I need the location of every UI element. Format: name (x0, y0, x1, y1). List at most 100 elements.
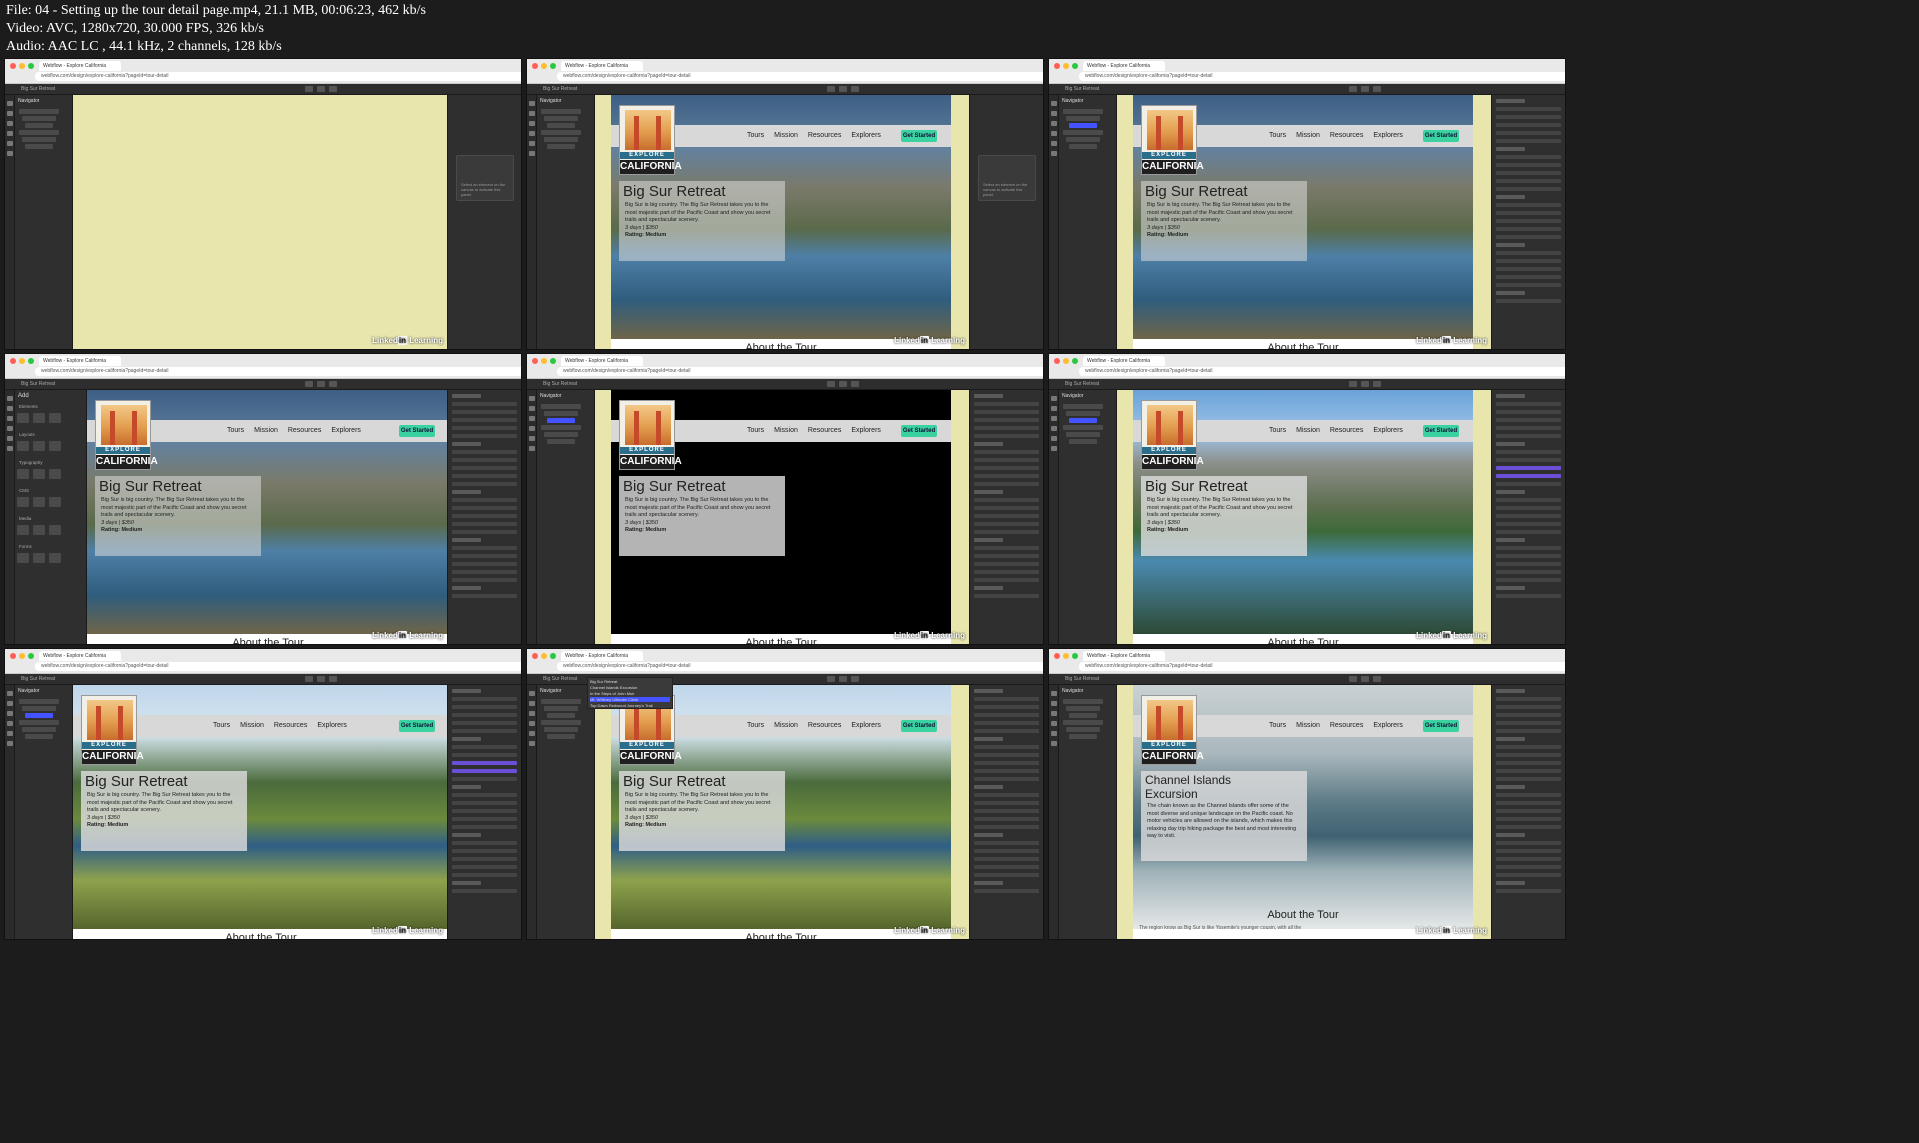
site-nav-link[interactable]: Resources (274, 722, 307, 729)
cms-icon[interactable] (7, 721, 13, 726)
maximize-dot-icon[interactable] (28, 358, 34, 364)
style-property-row[interactable] (974, 442, 1004, 446)
style-property-row[interactable] (1496, 426, 1561, 430)
url-bar[interactable]: webflow.com/design/explore-california?pa… (557, 72, 1043, 81)
style-property-row[interactable] (1496, 195, 1526, 199)
add-icon[interactable] (529, 691, 535, 696)
designer-canvas[interactable] (73, 95, 449, 349)
site-nav-link[interactable]: Explorers (1373, 427, 1403, 434)
style-property-row[interactable] (1496, 801, 1561, 805)
settings-icon[interactable] (7, 446, 13, 451)
style-property-row[interactable] (452, 889, 517, 893)
pages-icon[interactable] (1051, 711, 1057, 716)
style-property-row[interactable] (974, 857, 1039, 861)
style-property-row[interactable] (974, 777, 1039, 781)
style-property-row[interactable] (974, 737, 1004, 741)
desktop-breakpoint-icon[interactable] (305, 86, 313, 92)
get-started-button[interactable]: Get Started (901, 720, 937, 732)
style-property-row[interactable] (1496, 155, 1561, 159)
style-property-row[interactable] (452, 474, 517, 478)
browser-tab[interactable]: Webflow - Explore California (1083, 356, 1165, 366)
browser-tab[interactable]: Webflow - Explore California (39, 61, 121, 71)
style-property-row[interactable] (1496, 402, 1561, 406)
style-property-row[interactable] (974, 769, 1039, 773)
style-property-row[interactable] (452, 538, 482, 542)
style-property-row[interactable] (452, 594, 517, 598)
get-started-button[interactable]: Get Started (1423, 130, 1459, 142)
style-property-row[interactable] (452, 418, 517, 422)
browser-tab[interactable]: Webflow - Explore California (561, 61, 643, 71)
navigator-tree-item[interactable] (19, 699, 59, 704)
get-started-button[interactable]: Get Started (901, 425, 937, 437)
style-property-row[interactable] (974, 434, 1039, 438)
element-block-icon[interactable] (17, 525, 29, 535)
style-property-row[interactable] (1496, 689, 1526, 693)
add-icon[interactable] (529, 101, 535, 106)
close-dot-icon[interactable] (1054, 358, 1060, 364)
navigator-tree-item[interactable] (19, 720, 59, 725)
tablet-breakpoint-icon[interactable] (839, 381, 847, 387)
url-bar[interactable]: webflow.com/design/explore-california?pa… (557, 367, 1043, 376)
desktop-breakpoint-icon[interactable] (827, 381, 835, 387)
style-property-row[interactable] (974, 809, 1039, 813)
site-nav-link[interactable]: Tours (747, 132, 764, 139)
style-property-row[interactable] (1496, 570, 1561, 574)
style-property-row[interactable] (1496, 203, 1561, 207)
tour-intro-card[interactable]: Big Sur Retreat Big Sur is big country. T… (619, 181, 785, 261)
style-property-row[interactable] (452, 578, 517, 582)
navigator-icon[interactable] (529, 701, 535, 706)
style-property-row[interactable] (1496, 410, 1561, 414)
style-property-row[interactable] (1496, 562, 1561, 566)
style-property-row[interactable] (1496, 147, 1526, 151)
tablet-breakpoint-icon[interactable] (839, 86, 847, 92)
style-property-row[interactable] (974, 721, 1039, 725)
browser-tab[interactable]: Webflow - Explore California (561, 356, 643, 366)
navigator-tree-item[interactable] (25, 734, 53, 739)
style-property-row[interactable] (1496, 769, 1561, 773)
navigator-tree-item[interactable] (25, 144, 53, 149)
style-property-row[interactable] (452, 410, 517, 414)
add-icon[interactable] (529, 396, 535, 401)
site-nav-link[interactable]: Explorers (851, 722, 881, 729)
site-nav-link[interactable]: Resources (808, 132, 841, 139)
settings-icon[interactable] (7, 741, 13, 746)
style-property-row[interactable] (974, 554, 1039, 558)
url-bar[interactable]: webflow.com/design/explore-california?pa… (1079, 662, 1565, 671)
style-property-row[interactable] (452, 570, 517, 574)
assets-icon[interactable] (1051, 731, 1057, 736)
site-nav-link[interactable]: Explorers (1373, 132, 1403, 139)
site-nav-link[interactable]: Mission (1296, 427, 1320, 434)
style-property-row[interactable] (974, 881, 1004, 885)
navigator-tree-item[interactable] (544, 706, 578, 711)
style-property-row[interactable] (1496, 235, 1561, 239)
style-property-row[interactable] (974, 474, 1039, 478)
tablet-breakpoint-icon[interactable] (317, 86, 325, 92)
navigator-icon[interactable] (529, 111, 535, 116)
style-property-row[interactable] (1496, 809, 1561, 813)
maximize-dot-icon[interactable] (28, 653, 34, 659)
tablet-breakpoint-icon[interactable] (1361, 381, 1369, 387)
style-property-row[interactable] (1496, 99, 1526, 103)
style-property-row[interactable] (974, 506, 1039, 510)
style-property-row[interactable] (1496, 211, 1561, 215)
style-property-row[interactable] (1496, 554, 1561, 558)
tour-intro-card[interactable]: Big Sur Retreat Big Sur is big country. T… (1141, 476, 1307, 556)
add-icon[interactable] (7, 101, 13, 106)
pages-icon[interactable] (1051, 121, 1057, 126)
site-nav-link[interactable]: Resources (1330, 722, 1363, 729)
navigator-tree-item[interactable] (547, 713, 575, 718)
style-property-row[interactable] (452, 458, 517, 462)
page-selector[interactable]: Big Sur Retreat (21, 676, 55, 682)
site-nav-link[interactable]: Resources (1330, 427, 1363, 434)
style-property-row[interactable] (1496, 482, 1561, 486)
site-nav-link[interactable]: Mission (1296, 132, 1320, 139)
desktop-breakpoint-icon[interactable] (1349, 676, 1357, 682)
style-property-row[interactable] (1496, 857, 1561, 861)
style-property-row[interactable] (452, 530, 517, 534)
site-nav-link[interactable]: Resources (808, 427, 841, 434)
style-property-row[interactable] (1496, 793, 1561, 797)
designer-canvas[interactable]: EXPLORE CALIFORNIA Tours Mission Resources Ex… (595, 390, 971, 644)
browser-tab[interactable]: Webflow - Explore California (1083, 61, 1165, 71)
navigator-tree-item[interactable] (1066, 706, 1100, 711)
style-property-row[interactable] (1496, 434, 1561, 438)
